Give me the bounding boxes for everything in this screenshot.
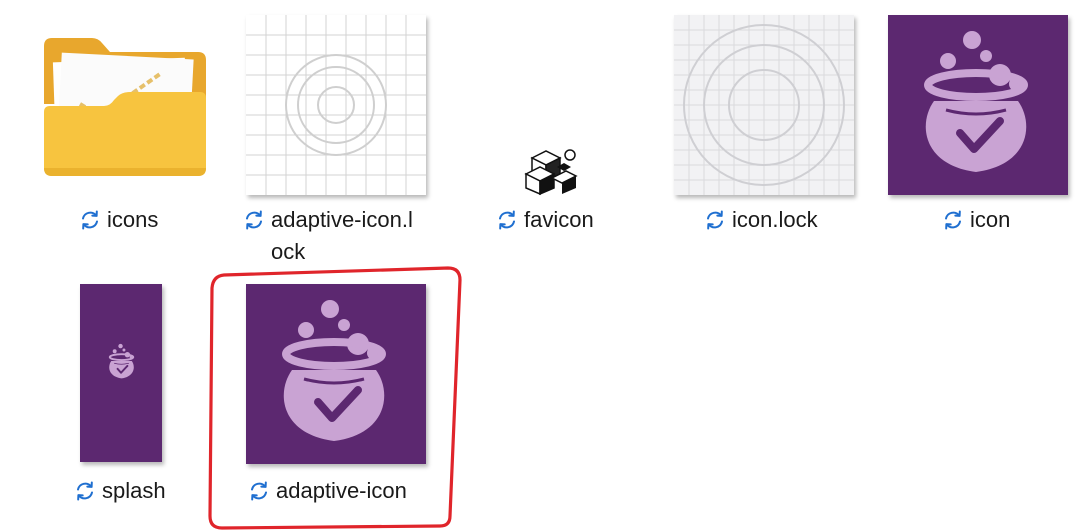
sync-pending-icon xyxy=(496,209,518,231)
file-name-label: adaptive-icon xyxy=(248,475,407,507)
cauldron-app-icon xyxy=(888,15,1068,195)
file-name-label: icon.lock xyxy=(704,204,818,236)
file-item-favicon[interactable]: favicon xyxy=(490,140,620,250)
folder-icon xyxy=(40,34,210,180)
cube-logo-icon xyxy=(524,148,578,196)
sync-pending-icon xyxy=(243,209,265,231)
file-name-label: favicon xyxy=(496,204,594,236)
file-item-adaptive-icon-lock[interactable]: adaptive-icon.l ock xyxy=(236,10,436,270)
cauldron-app-icon xyxy=(246,284,426,464)
file-item-icon-lock[interactable]: icon.lock xyxy=(664,10,864,250)
sync-pending-icon xyxy=(942,209,964,231)
splash-screen-thumbnail xyxy=(80,284,162,462)
file-name-label: splash xyxy=(74,475,166,507)
file-item-adaptive-icon[interactable]: adaptive-icon xyxy=(236,278,436,510)
file-name-label: icon xyxy=(942,204,1010,236)
file-name-label: icons xyxy=(79,204,158,236)
file-item-icon[interactable]: icon xyxy=(880,10,1080,250)
sync-pending-icon xyxy=(79,209,101,231)
file-name-label: adaptive-icon.l ock xyxy=(243,204,433,268)
sync-pending-icon xyxy=(248,480,270,502)
file-item-icons[interactable]: icons xyxy=(34,10,224,240)
grid-thumbnail xyxy=(246,15,426,195)
file-item-splash[interactable]: splash xyxy=(70,278,210,508)
grid-thumbnail xyxy=(674,15,854,195)
sync-pending-icon xyxy=(74,480,96,502)
sync-pending-icon xyxy=(704,209,726,231)
